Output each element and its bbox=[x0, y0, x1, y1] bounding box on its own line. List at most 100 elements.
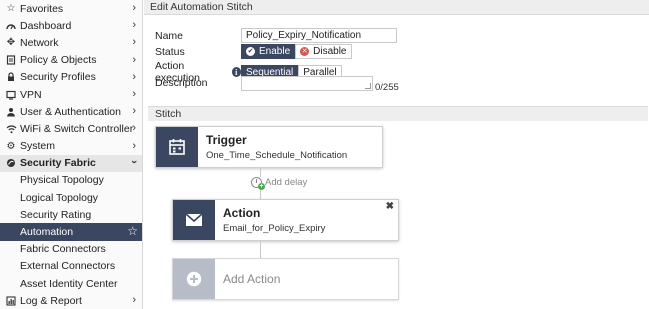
add-delay-label: Add delay bbox=[265, 177, 308, 188]
sidebar-subitem-label: Automation bbox=[20, 226, 74, 239]
sidebar-item-label: Log & Report bbox=[20, 294, 82, 307]
sidebar-subitem-label: External Connectors bbox=[20, 260, 116, 273]
page-title: Edit Automation Stitch bbox=[144, 0, 649, 15]
dashboard-icon bbox=[5, 20, 17, 32]
sidebar-item-policy-objects[interactable]: Policy & Objects › bbox=[0, 52, 142, 69]
sidebar-subitem-label: Fabric Connectors bbox=[20, 243, 106, 256]
chevron-right-icon: › bbox=[132, 122, 136, 135]
status-toggle: ✔ Enable ✕ Disable bbox=[241, 44, 352, 59]
sidebar: ☆ Favorites › Dashboard › ✥ Network › Po… bbox=[0, 0, 143, 309]
sidebar-item-label: System bbox=[20, 140, 56, 153]
chevron-right-icon: › bbox=[132, 36, 136, 49]
policy-icon bbox=[5, 54, 17, 66]
description-label: Description bbox=[155, 77, 208, 89]
action-subtitle: Email_for_Policy_Expiry bbox=[223, 223, 326, 234]
chevron-right-icon: › bbox=[132, 294, 136, 307]
action-card[interactable]: Action Email_for_Policy_Expiry ✖ bbox=[172, 199, 399, 241]
description-field[interactable] bbox=[241, 76, 373, 91]
check-circle-icon: ✔ bbox=[246, 47, 255, 56]
sidebar-item-label: WiFi & Switch Controller bbox=[20, 122, 134, 135]
chevron-right-icon: › bbox=[132, 105, 136, 118]
chevron-right-icon: › bbox=[132, 139, 136, 152]
status-row: Status ✔ Enable ✕ Disable bbox=[155, 44, 352, 59]
fabric-icon bbox=[5, 157, 17, 169]
sidebar-item-label: Security Profiles bbox=[20, 71, 96, 84]
sidebar-subitem-fabric-connectors[interactable]: Fabric Connectors bbox=[0, 241, 142, 258]
action-title: Action bbox=[223, 206, 261, 220]
sidebar-item-dashboard[interactable]: Dashboard › bbox=[0, 17, 142, 34]
close-icon[interactable]: ✖ bbox=[386, 201, 394, 212]
chart-icon bbox=[5, 295, 17, 307]
calendar-icon bbox=[156, 127, 198, 167]
vpn-icon bbox=[5, 89, 17, 101]
description-row: Description 0/255 bbox=[155, 76, 399, 93]
sidebar-item-label: User & Authentication bbox=[20, 105, 121, 118]
trigger-body: Trigger One_Time_Schedule_Notification bbox=[198, 127, 347, 167]
action-body: Action Email_for_Policy_Expiry bbox=[215, 200, 325, 240]
sidebar-item-label: Dashboard bbox=[20, 19, 72, 32]
sidebar-subitem-label: Asset Identity Center bbox=[20, 277, 118, 290]
add-action-body: Add Action bbox=[215, 259, 280, 299]
chevron-right-icon: › bbox=[132, 53, 136, 66]
status-disable-label: Disable bbox=[313, 46, 347, 57]
wifi-icon bbox=[5, 123, 17, 135]
sidebar-item-user-authentication[interactable]: User & Authentication › bbox=[0, 103, 142, 120]
sidebar-item-system[interactable]: ⚙ System › bbox=[0, 138, 142, 155]
status-disable-button[interactable]: ✕ Disable bbox=[295, 44, 352, 59]
add-action-card[interactable]: Add Action bbox=[172, 258, 399, 300]
sidebar-item-vpn[interactable]: VPN › bbox=[0, 86, 142, 103]
trigger-title: Trigger bbox=[206, 133, 247, 147]
sidebar-item-wifi-switch[interactable]: WiFi & Switch Controller › bbox=[0, 120, 142, 137]
chevron-down-icon: › bbox=[128, 159, 141, 164]
sidebar-item-label: VPN bbox=[20, 88, 42, 101]
sidebar-item-favorites[interactable]: ☆ Favorites › bbox=[0, 0, 142, 17]
gear-icon: ⚙ bbox=[6, 140, 16, 152]
sidebar-item-label: Security Fabric bbox=[20, 157, 96, 170]
sidebar-subitem-automation[interactable]: Automation ☆ bbox=[0, 223, 142, 241]
main-panel: Edit Automation Stitch Name Policy_Expir… bbox=[144, 0, 649, 309]
trigger-card[interactable]: Trigger One_Time_Schedule_Notification bbox=[155, 126, 383, 168]
clock-add-icon: + bbox=[251, 177, 265, 190]
favorite-star-icon[interactable]: ☆ bbox=[127, 224, 138, 238]
x-circle-icon: ✕ bbox=[300, 47, 310, 56]
connector-line bbox=[260, 241, 261, 258]
lock-icon bbox=[5, 71, 17, 83]
plus-circle-icon bbox=[173, 259, 215, 299]
sidebar-item-security-profiles[interactable]: Security Profiles › bbox=[0, 69, 142, 86]
sidebar-item-network[interactable]: ✥ Network › bbox=[0, 34, 142, 51]
add-action-label: Add Action bbox=[223, 272, 281, 286]
status-label: Status bbox=[155, 45, 185, 58]
status-enable-label: Enable bbox=[259, 46, 291, 57]
add-delay-button[interactable]: + Add delay bbox=[251, 177, 308, 190]
status-enable-button[interactable]: ✔ Enable bbox=[241, 44, 296, 59]
sidebar-item-label: Network bbox=[20, 36, 59, 49]
name-field[interactable]: Policy_Expiry_Notification bbox=[241, 28, 397, 43]
stitch-section-title: Stitch bbox=[148, 106, 648, 121]
chevron-right-icon: › bbox=[132, 2, 136, 14]
chevron-right-icon: › bbox=[132, 70, 136, 83]
chevron-right-icon: › bbox=[132, 87, 136, 100]
sidebar-subitem-logical-topology[interactable]: Logical Topology bbox=[0, 189, 142, 206]
user-icon bbox=[5, 106, 17, 118]
connector-line bbox=[260, 190, 261, 199]
connector-line bbox=[260, 168, 261, 177]
sidebar-subitem-physical-topology[interactable]: Physical Topology bbox=[0, 172, 142, 189]
sidebar-item-security-fabric[interactable]: Security Fabric › bbox=[0, 154, 142, 172]
network-icon: ✥ bbox=[6, 37, 16, 49]
envelope-icon bbox=[173, 200, 215, 240]
sidebar-subitem-label: Security Rating bbox=[20, 208, 92, 221]
star-icon: ☆ bbox=[6, 3, 16, 15]
sidebar-item-label: Policy & Objects bbox=[20, 54, 97, 67]
name-label: Name bbox=[155, 29, 184, 42]
sidebar-item-log-report[interactable]: Log & Report › bbox=[0, 292, 142, 309]
chevron-right-icon: › bbox=[132, 19, 136, 32]
sidebar-subitem-label: Logical Topology bbox=[20, 191, 99, 204]
sidebar-subitem-asset-identity-center[interactable]: Asset Identity Center bbox=[0, 275, 142, 292]
trigger-subtitle: One_Time_Schedule_Notification bbox=[206, 150, 348, 161]
sidebar-subitem-external-connectors[interactable]: External Connectors bbox=[0, 258, 142, 275]
sidebar-subitem-security-rating[interactable]: Security Rating bbox=[0, 206, 142, 223]
name-row: Name Policy_Expiry_Notification bbox=[155, 28, 397, 43]
description-counter: 0/255 bbox=[375, 82, 399, 93]
sidebar-subitem-label: Physical Topology bbox=[20, 174, 104, 187]
sidebar-item-label: Favorites bbox=[20, 2, 64, 15]
